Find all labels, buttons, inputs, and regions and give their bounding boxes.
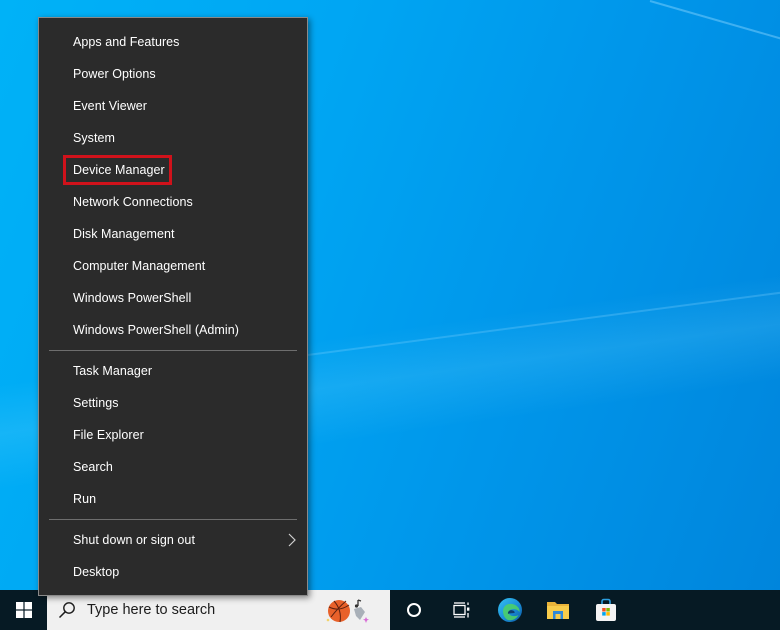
folder-icon bbox=[547, 602, 569, 619]
menu-item-device-manager[interactable]: Device Manager bbox=[39, 154, 307, 186]
menu-item-label: Computer Management bbox=[73, 259, 206, 273]
menu-item-label: Device Manager bbox=[73, 163, 165, 177]
menu-item-run[interactable]: Run bbox=[39, 483, 307, 515]
menu-item-network-connections[interactable]: Network Connections bbox=[39, 186, 307, 218]
menu-item-label: File Explorer bbox=[73, 428, 144, 442]
menu-item-label: Settings bbox=[73, 396, 119, 410]
menu-item-disk-management[interactable]: Disk Management bbox=[39, 218, 307, 250]
winx-context-menu: Apps and Features Power Options Event Vi… bbox=[38, 17, 308, 596]
menu-group-utilities: Task Manager Settings File Explorer Sear… bbox=[39, 355, 307, 515]
menu-item-windows-powershell[interactable]: Windows PowerShell bbox=[39, 282, 307, 314]
menu-item-label: Task Manager bbox=[73, 364, 153, 378]
menu-item-label: System bbox=[73, 131, 115, 145]
menu-item-system[interactable]: System bbox=[39, 122, 307, 154]
menu-separator bbox=[49, 350, 297, 351]
menu-group-power: Shut down or sign out Desktop bbox=[39, 524, 307, 588]
menu-group-system-tools: Apps and Features Power Options Event Vi… bbox=[39, 18, 307, 346]
wallpaper-light-streak bbox=[299, 287, 780, 357]
taskbar-microsoft-store-button[interactable] bbox=[582, 590, 630, 630]
menu-item-task-manager[interactable]: Task Manager bbox=[39, 355, 307, 387]
menu-item-label: Run bbox=[73, 492, 97, 506]
store-bag-icon bbox=[596, 598, 616, 621]
menu-item-file-explorer[interactable]: File Explorer bbox=[39, 419, 307, 451]
wallpaper-light-streak bbox=[649, 0, 780, 47]
search-placeholder: Type here to search bbox=[87, 602, 216, 618]
search-highlight-sports-icon[interactable] bbox=[324, 596, 376, 624]
cortana-circle-icon bbox=[407, 603, 421, 617]
menu-item-label: Search bbox=[73, 460, 113, 474]
taskbar-search-box[interactable]: Type here to search bbox=[47, 590, 390, 630]
menu-item-label: Disk Management bbox=[73, 227, 175, 241]
menu-item-label: Power Options bbox=[73, 67, 156, 81]
windows-logo-icon bbox=[15, 602, 32, 618]
menu-item-desktop[interactable]: Desktop bbox=[39, 556, 307, 588]
menu-item-label: Shut down or sign out bbox=[73, 533, 195, 547]
menu-item-event-viewer[interactable]: Event Viewer bbox=[39, 90, 307, 122]
menu-item-label: Desktop bbox=[73, 565, 120, 579]
menu-item-windows-powershell-admin[interactable]: Windows PowerShell (Admin) bbox=[39, 314, 307, 346]
task-view-icon bbox=[453, 602, 470, 618]
taskbar-edge-button[interactable] bbox=[486, 590, 534, 630]
menu-item-label: Network Connections bbox=[73, 195, 193, 209]
menu-item-label: Windows PowerShell bbox=[73, 291, 192, 305]
search-icon bbox=[58, 602, 75, 619]
start-button[interactable] bbox=[0, 590, 47, 630]
taskbar: Type here to search bbox=[0, 590, 780, 630]
chevron-right-icon bbox=[288, 533, 296, 547]
menu-item-power-options[interactable]: Power Options bbox=[39, 58, 307, 90]
taskbar-cortana-button[interactable] bbox=[390, 590, 438, 630]
menu-item-shut-down-or-sign-out[interactable]: Shut down or sign out bbox=[39, 524, 307, 556]
menu-item-label: Event Viewer bbox=[73, 99, 148, 113]
menu-item-label: Apps and Features bbox=[73, 35, 180, 49]
menu-item-settings[interactable]: Settings bbox=[39, 387, 307, 419]
taskbar-file-explorer-button[interactable] bbox=[534, 590, 582, 630]
taskbar-task-view-button[interactable] bbox=[438, 590, 486, 630]
menu-item-label: Windows PowerShell (Admin) bbox=[73, 323, 239, 337]
menu-item-apps-and-features[interactable]: Apps and Features bbox=[39, 26, 307, 58]
menu-item-computer-management[interactable]: Computer Management bbox=[39, 250, 307, 282]
menu-separator bbox=[49, 519, 297, 520]
menu-item-search[interactable]: Search bbox=[39, 451, 307, 483]
edge-icon bbox=[498, 598, 522, 622]
